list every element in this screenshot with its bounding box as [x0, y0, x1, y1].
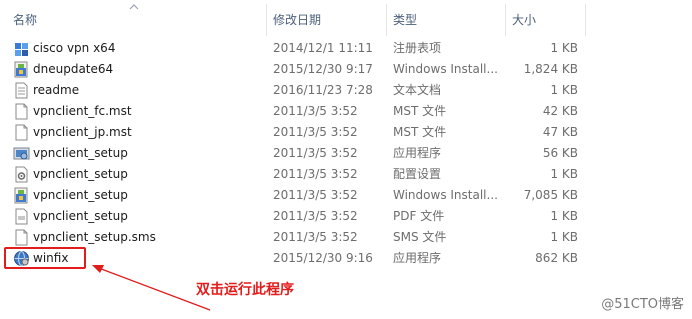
- file-size: 56 KB: [542, 146, 578, 160]
- file-date: 2015/12/30 9:16: [273, 251, 373, 265]
- file-name[interactable]: dneupdate64: [33, 59, 113, 80]
- pdf-file-icon: [13, 208, 30, 225]
- installer-icon: [13, 187, 30, 204]
- file-date: 2016/11/23 7:28: [273, 83, 373, 97]
- file-name[interactable]: readme: [33, 80, 79, 101]
- file-date: 2011/3/5 3:52: [273, 188, 358, 202]
- file-type: 应用程序: [393, 251, 442, 265]
- file-size: 42 KB: [542, 104, 578, 118]
- column-divider[interactable]: [505, 4, 506, 36]
- file-name[interactable]: vpnclient_setup: [33, 143, 128, 164]
- globe-exe-icon: [13, 250, 30, 267]
- column-divider[interactable]: [585, 4, 586, 36]
- file-size: 1 KB: [550, 83, 578, 97]
- column-type-header[interactable]: 类型: [393, 10, 417, 30]
- file-type: PDF 文件: [393, 209, 445, 223]
- file-name[interactable]: cisco vpn x64: [33, 38, 115, 59]
- file-size: 862 KB: [535, 251, 578, 265]
- sort-ascending-icon[interactable]: [129, 3, 139, 11]
- file-type: 应用程序: [393, 146, 442, 160]
- annotation-text: 双击运行此程序: [196, 282, 294, 298]
- column-date-header[interactable]: 修改日期: [273, 10, 321, 30]
- file-date: 2011/3/5 3:52: [273, 167, 358, 181]
- column-divider[interactable]: [386, 4, 387, 36]
- file-size: 7,085 KB: [523, 188, 578, 202]
- column-header: 名称 修改日期 类型 大小: [0, 0, 692, 38]
- column-divider[interactable]: [266, 4, 267, 36]
- file-row[interactable]: readme 2016/11/23 7:28 文本文档 1 KB: [0, 80, 600, 101]
- file-name[interactable]: vpnclient_jp.mst: [33, 122, 132, 143]
- file-row[interactable]: vpnclient_jp.mst 2011/3/5 3:52 MST 文件 47 KB: [0, 122, 600, 143]
- column-size-header[interactable]: 大小: [512, 10, 536, 30]
- setup-exe-icon: [13, 145, 30, 162]
- file-type: SMS 文件: [393, 230, 447, 244]
- blank-file-icon: [13, 124, 30, 141]
- file-size: 47 KB: [542, 125, 578, 139]
- file-row[interactable]: vpnclient_setup 2011/3/5 3:52 应用程序 56 KB: [0, 143, 600, 164]
- file-date: 2014/12/1 11:11: [273, 41, 373, 55]
- text-file-icon: [13, 82, 30, 99]
- file-type: 文本文档: [393, 83, 442, 97]
- file-name[interactable]: winfix: [33, 248, 68, 269]
- file-size: 1,824 KB: [523, 62, 578, 76]
- file-name[interactable]: vpnclient_setup.sms: [33, 227, 156, 248]
- file-date: 2011/3/5 3:52: [273, 146, 358, 160]
- file-name[interactable]: vpnclient_fc.mst: [33, 101, 132, 122]
- file-date: 2011/3/5 3:52: [273, 209, 358, 223]
- file-type: MST 文件: [393, 104, 447, 118]
- file-row[interactable]: vpnclient_fc.mst 2011/3/5 3:52 MST 文件 42 KB: [0, 101, 600, 122]
- file-row[interactable]: vpnclient_setup.sms 2011/3/5 3:52 SMS 文件 1 …: [0, 227, 600, 248]
- file-row[interactable]: winfix 2015/12/30 9:16 应用程序 862 KB: [0, 247, 600, 269]
- file-type: Windows Install...: [393, 188, 498, 202]
- file-size: 1 KB: [550, 167, 578, 181]
- file-name[interactable]: vpnclient_setup: [33, 206, 128, 227]
- file-type: 注册表项: [393, 41, 442, 55]
- file-row[interactable]: vpnclient_setup 2011/3/5 3:52 Windows Inst…: [0, 185, 600, 206]
- file-date: 2011/3/5 3:52: [273, 230, 358, 244]
- column-name-header[interactable]: 名称: [13, 10, 37, 30]
- file-row[interactable]: vpnclient_setup 2011/3/5 3:52 PDF 文件 1 KB: [0, 206, 600, 227]
- file-date: 2011/3/5 3:52: [273, 125, 358, 139]
- file-row[interactable]: dneupdate64 2015/12/30 9:17 Windows Instal…: [0, 59, 600, 80]
- file-size: 1 KB: [550, 209, 578, 223]
- watermark: @51CTO博客: [601, 297, 684, 312]
- registry-icon: [13, 40, 30, 57]
- file-type: MST 文件: [393, 125, 447, 139]
- file-name[interactable]: vpnclient_setup: [33, 164, 128, 185]
- file-name[interactable]: vpnclient_setup: [33, 185, 128, 206]
- file-size: 1 KB: [550, 41, 578, 55]
- installer-icon: [13, 61, 30, 78]
- file-row[interactable]: vpnclient_setup 2011/3/5 3:52 配置设置 1 KB: [0, 164, 600, 185]
- file-date: 2011/3/5 3:52: [273, 104, 358, 118]
- config-file-icon: [13, 166, 30, 183]
- file-date: 2015/12/30 9:17: [273, 62, 373, 76]
- file-size: 1 KB: [550, 230, 578, 244]
- blank-file-icon: [13, 229, 30, 246]
- file-type: 配置设置: [393, 167, 442, 181]
- file-row[interactable]: cisco vpn x64 2014/12/1 11:11 注册表项 1 KB: [0, 38, 600, 59]
- file-type: Windows Install...: [393, 62, 498, 76]
- blank-file-icon: [13, 103, 30, 120]
